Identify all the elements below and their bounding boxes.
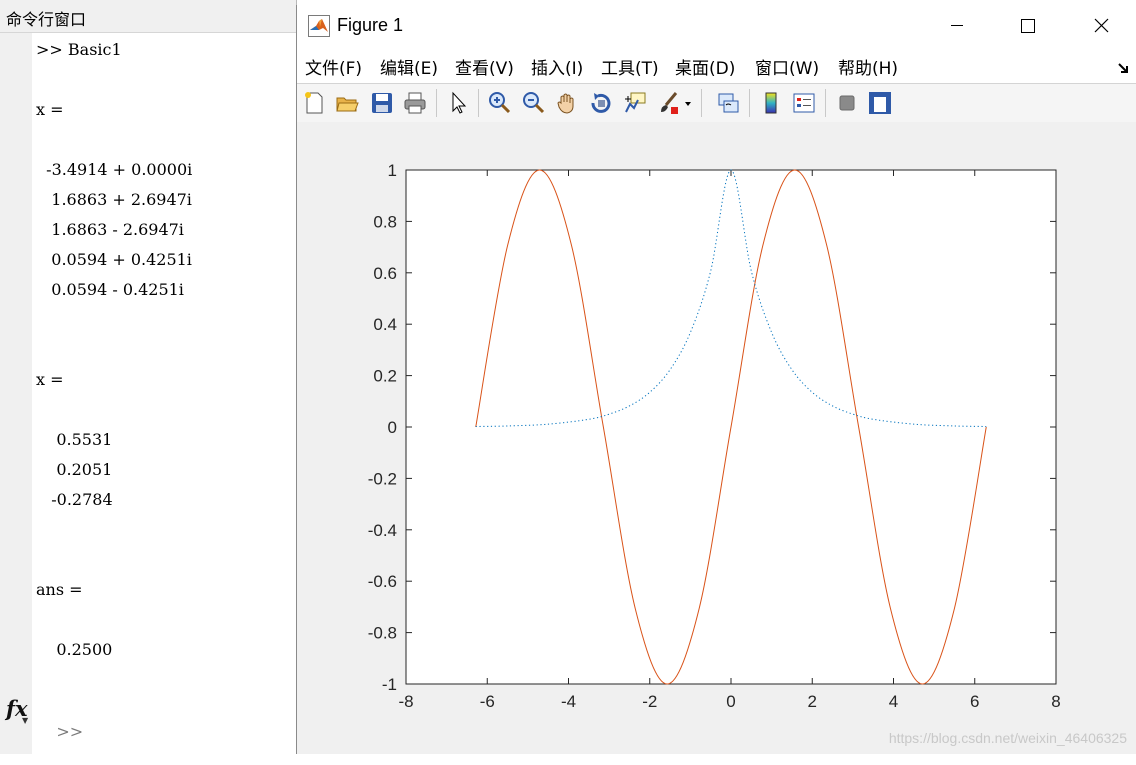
figure-window: Figure 1 文件(F) 编辑(E) 查看(V) 插入(I) 工具(T) 桌… [296, 5, 1136, 754]
watermark-text: https://blog.csdn.net/weixin_46406325 [888, 730, 1127, 746]
toolbar-separator [701, 89, 702, 117]
command-output-line: ans = [36, 580, 83, 599]
menu-window[interactable]: 窗口(W) [755, 54, 819, 79]
command-output-line: 1.6863 + 2.6947i [36, 190, 192, 209]
edit-plot-icon[interactable] [445, 90, 471, 116]
data-cursor-icon[interactable] [622, 90, 648, 116]
command-output-line: >> Basic1 [36, 40, 122, 59]
new-figure-icon[interactable] [301, 90, 327, 116]
colorbar-icon[interactable] [758, 90, 784, 116]
y-tick-label: -0.8 [368, 624, 397, 643]
x-tick-label: -6 [480, 692, 495, 711]
minimize-icon [951, 25, 963, 26]
y-tick-label: -1 [382, 675, 397, 694]
print-icon[interactable] [402, 90, 428, 116]
x-tick-label: 6 [970, 692, 979, 711]
brush-icon[interactable] [656, 90, 682, 116]
y-tick-label: 0.8 [373, 212, 397, 231]
hide-plot-tools-icon[interactable] [834, 90, 860, 116]
toolbar-separator [825, 89, 826, 117]
show-plot-tools-icon[interactable] [867, 90, 893, 116]
toolbar-separator [436, 89, 437, 117]
y-tick-label: 0.6 [373, 264, 397, 283]
x-tick-label: 8 [1051, 692, 1060, 711]
figure-menu-bar: 文件(F) 编辑(E) 查看(V) 插入(I) 工具(T) 桌面(D) 窗口(W… [297, 45, 1136, 83]
prompt-symbol: >> [56, 722, 84, 741]
command-window[interactable]: 命令行窗口 >> Basic1 x = -3.4914 + 0.0000i 1.6… [0, 0, 297, 754]
x-tick-label: 4 [889, 692, 898, 711]
brush-dropdown-icon[interactable] [681, 90, 695, 116]
command-output-line: -0.2784 [36, 490, 113, 509]
figure-title: Figure 1 [337, 15, 404, 35]
zoom-in-icon[interactable] [486, 90, 512, 116]
menu-tools[interactable]: 工具(T) [601, 54, 659, 79]
toolbar-separator [478, 89, 479, 117]
close-icon [1094, 18, 1109, 33]
legend-icon[interactable] [791, 90, 817, 116]
maximize-button[interactable] [993, 5, 1065, 45]
close-button[interactable] [1065, 5, 1136, 45]
command-output-line: 0.0594 - 0.4251i [36, 280, 184, 299]
command-window-title-bar: 命令行窗口 [0, 0, 296, 33]
figure-toolbar [297, 83, 1136, 123]
y-tick-label: 0.2 [373, 367, 397, 386]
figure-canvas[interactable]: -8 -6 -4 -2 0 2 4 6 8 1 0.8 0.6 0.4 0.2 0 -0.2 -0.4 -0.6 -… [297, 122, 1136, 754]
y-tick-label: 0.4 [373, 315, 397, 334]
command-window-title: 命令行窗口 [6, 10, 87, 29]
toolbar-separator [749, 89, 750, 117]
figure-title-bar[interactable]: Figure 1 [297, 5, 1136, 45]
x-tick-label: -2 [642, 692, 657, 711]
menu-file[interactable]: 文件(F) [305, 54, 362, 79]
chevron-down-icon[interactable]: ▼ [22, 716, 28, 725]
menu-view[interactable]: 查看(V) [455, 54, 514, 79]
y-tick-label: 1 [388, 161, 397, 180]
command-output-line: 0.2051 [36, 460, 113, 479]
x-tick-label: -8 [398, 692, 413, 711]
command-output-line: 1.6863 - 2.6947i [36, 220, 184, 239]
x-tick-label: 0 [726, 692, 735, 711]
command-output-line: -3.4914 + 0.0000i [36, 160, 193, 179]
command-prompt[interactable]: >> [36, 699, 83, 741]
command-output-line: 0.0594 + 0.4251i [36, 250, 192, 269]
open-file-icon[interactable] [334, 90, 360, 116]
command-output-line: x = [36, 100, 64, 119]
command-output-line: 0.2500 [36, 640, 113, 659]
y-tick-label: 0 [388, 418, 397, 437]
matlab-logo-icon [308, 15, 330, 37]
link-plot-icon[interactable] [715, 90, 741, 116]
y-tick-label: -0.2 [368, 469, 397, 488]
dock-arrow-icon[interactable] [1117, 61, 1131, 75]
command-output-line: 0.5531 [36, 430, 113, 449]
menu-insert[interactable]: 插入(I) [531, 54, 583, 79]
command-window-gutter [0, 33, 32, 754]
command-output-line: x = [36, 370, 64, 389]
menu-help[interactable]: 帮助(H) [838, 54, 898, 79]
pan-icon[interactable] [554, 90, 580, 116]
minimize-button[interactable] [921, 5, 993, 45]
x-tick-label: -4 [561, 692, 576, 711]
plot-axes[interactable]: -8 -6 -4 -2 0 2 4 6 8 1 0.8 0.6 0.4 0.2 0 -0.2 -0.4 -0.6 -… [297, 122, 1136, 754]
menu-edit[interactable]: 编辑(E) [380, 54, 438, 79]
y-tick-label: -0.4 [368, 521, 397, 540]
maximize-icon [1021, 19, 1035, 33]
zoom-out-icon[interactable] [520, 90, 546, 116]
save-icon[interactable] [369, 90, 395, 116]
y-tick-label: -0.6 [368, 572, 397, 591]
x-tick-label: 2 [808, 692, 817, 711]
menu-desktop[interactable]: 桌面(D) [675, 54, 735, 79]
rotate-3d-icon[interactable] [588, 90, 614, 116]
